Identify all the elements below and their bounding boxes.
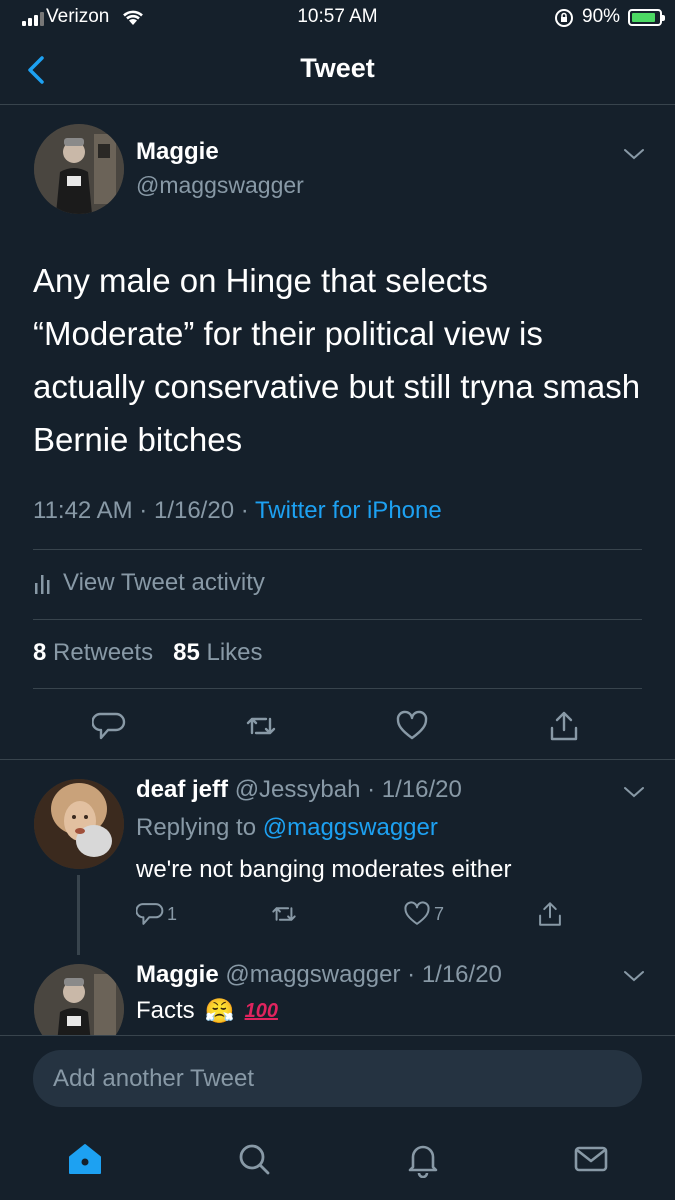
tweet-source-link[interactable]: Twitter for iPhone xyxy=(255,497,442,524)
battery-icon xyxy=(628,9,665,26)
tweet-time: 11:42 AM xyxy=(33,497,133,524)
author-name[interactable]: Maggie xyxy=(136,138,219,166)
retweet-icon[interactable] xyxy=(244,709,278,743)
divider xyxy=(0,759,675,760)
like-count: 7 xyxy=(434,903,445,924)
tweet-meta: 11:42 AM · 1/16/20 · Twitter for iPhone xyxy=(33,497,442,524)
rotation-lock-icon xyxy=(555,9,573,27)
reply-author-handle[interactable]: @maggswagger xyxy=(225,961,400,988)
reply-date: 1/16/20 xyxy=(381,776,462,803)
header-divider xyxy=(0,104,675,105)
tweet-date: 1/16/20 xyxy=(153,497,235,524)
reply-like-button[interactable]: 7 xyxy=(403,900,444,928)
tweet-text: Any male on Hinge that selects “Moderate… xyxy=(33,262,641,458)
bell-icon[interactable] xyxy=(404,1140,442,1178)
retweets-stat[interactable]: 8 Retweets xyxy=(33,639,153,666)
author-handle[interactable]: @maggswagger xyxy=(136,172,304,199)
reply-text: Facts 😤 100 xyxy=(136,997,278,1025)
replying-to-link[interactable]: @maggswagger xyxy=(263,814,438,841)
likes-stat[interactable]: 85 Likes xyxy=(173,639,262,666)
reply-author-name[interactable]: deaf jeff xyxy=(136,776,228,803)
chevron-down-icon[interactable] xyxy=(622,968,646,984)
reply-author-name[interactable]: Maggie xyxy=(136,961,219,988)
home-icon[interactable] xyxy=(66,1140,104,1178)
chevron-down-icon[interactable] xyxy=(622,146,646,162)
avatar[interactable] xyxy=(34,124,124,214)
compose-placeholder: Add another Tweet xyxy=(53,1064,255,1092)
compose-input[interactable]: Add another Tweet xyxy=(33,1050,642,1107)
reply-icon xyxy=(136,903,164,925)
activity-label: View Tweet activity xyxy=(63,569,265,596)
view-activity-button[interactable]: View Tweet activity xyxy=(33,569,265,597)
share-icon[interactable] xyxy=(547,709,581,743)
page-title: Tweet xyxy=(300,53,375,83)
avatar[interactable] xyxy=(34,779,124,869)
divider xyxy=(33,688,642,689)
divider xyxy=(33,549,642,550)
reply-header: Maggie @maggswagger · 1/16/20 xyxy=(136,961,502,988)
chevron-down-icon[interactable] xyxy=(622,784,646,800)
heart-icon[interactable] xyxy=(395,709,429,743)
steam-face-emoji: 😤 xyxy=(204,997,235,1025)
battery-percent: 90% xyxy=(582,6,621,27)
hundred-points-emoji: 100 xyxy=(244,999,278,1022)
reply-author-handle[interactable]: @Jessybah xyxy=(235,776,361,803)
reply-header: deaf jeff @Jessybah · 1/16/20 xyxy=(136,776,462,803)
divider xyxy=(0,1035,675,1036)
status-bar: Verizon 10:57 AM 90% xyxy=(0,0,675,36)
retweet-icon[interactable] xyxy=(270,900,298,928)
reply-date: 1/16/20 xyxy=(421,961,502,988)
replying-to: Replying to @maggswagger xyxy=(136,814,438,841)
reply-icon[interactable] xyxy=(92,709,126,743)
share-icon[interactable] xyxy=(536,900,564,928)
activity-bars-icon xyxy=(35,575,50,594)
reply-reply-button[interactable]: 1 xyxy=(136,900,177,928)
search-icon[interactable] xyxy=(235,1140,273,1178)
reply-count: 1 xyxy=(167,903,178,924)
envelope-icon[interactable] xyxy=(572,1140,610,1178)
divider xyxy=(33,619,642,620)
heart-icon xyxy=(404,901,430,925)
reply-text: we're not banging moderates either xyxy=(136,856,512,883)
thread-line xyxy=(77,875,80,955)
engagement-counts: 8 Retweets 85 Likes xyxy=(33,639,263,667)
